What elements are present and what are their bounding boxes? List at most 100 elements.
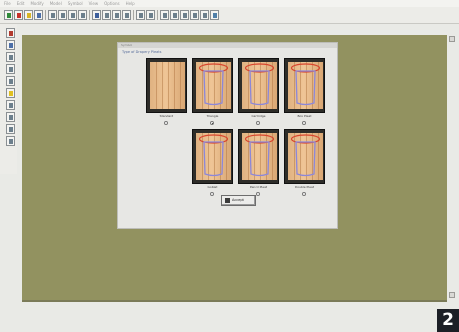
grid-icon[interactable] [112, 10, 121, 20]
pleat-type-dialog: Symbol Type of Drapery Pleats Standard Tr… [117, 42, 338, 229]
pleat-option-tile[interactable]: Goblet [192, 129, 233, 196]
curve-icon[interactable] [146, 10, 155, 20]
pleat-body-outline [203, 70, 224, 106]
accept-button[interactable]: Accept [221, 195, 256, 206]
menu-item-symbol[interactable]: Symbol [68, 0, 83, 7]
pleat-outline-icon [198, 63, 229, 106]
notch-tool-icon[interactable] [6, 124, 15, 134]
pleat-preview-frame [284, 129, 325, 184]
pleat-option-tile[interactable]: Standard [146, 58, 187, 125]
seam-tool-icon[interactable] [6, 100, 15, 110]
pleat-outline-icon [244, 134, 275, 177]
fabric-fold [180, 62, 181, 109]
menu-item-view[interactable]: View [89, 0, 99, 7]
layer-icon[interactable] [180, 10, 189, 20]
pleat-preview-frame [238, 58, 279, 113]
select-tool-icon[interactable] [6, 28, 15, 38]
help-icon[interactable] [210, 10, 219, 20]
pleat-option-radio[interactable] [164, 121, 168, 125]
pleat-option-tile[interactable]: Box Pleat [284, 58, 325, 125]
pleat-outline-icon [290, 63, 321, 106]
pleat-preview-frame [192, 58, 233, 113]
menu-item-options[interactable]: Options [104, 0, 119, 7]
pleat-outline-icon [198, 134, 229, 177]
toolbar-separator [157, 10, 158, 20]
save-icon[interactable] [34, 10, 43, 20]
fabric-fold [174, 62, 175, 109]
pleat-preview-frame [146, 58, 187, 113]
shape-icon[interactable] [170, 10, 179, 20]
measure-icon[interactable] [102, 10, 111, 20]
point-tool-icon[interactable] [6, 88, 15, 98]
pleat-option-caption: Cartridge [251, 114, 266, 118]
toolbar [0, 7, 459, 24]
accept-button-label: Accept [232, 198, 244, 202]
menu-item-modify[interactable]: Modify [30, 0, 43, 7]
pleat-option-caption: Standard [159, 114, 174, 118]
pleat-option-caption: Double Pleat [294, 185, 315, 189]
redo-icon[interactable] [68, 10, 77, 20]
pleat-option-tile[interactable]: Double Pleat [284, 129, 325, 196]
pleat-outline-icon [244, 63, 275, 106]
undo-icon[interactable] [58, 10, 67, 20]
pleat-preview-frame [238, 129, 279, 184]
pleat-option-radio[interactable] [302, 192, 306, 196]
pleat-option-radio[interactable] [256, 121, 260, 125]
page-number-badge: 2 [437, 309, 459, 332]
menu-item-model[interactable]: Model [50, 0, 62, 7]
menu-bar: File Edit Modify Model Symbol View Optio… [0, 0, 459, 7]
pleat-body-outline [295, 141, 316, 177]
pleat-body-outline [203, 141, 224, 177]
cut-tool-icon[interactable] [6, 76, 15, 86]
fabric-fold [168, 62, 169, 109]
mirror-icon[interactable] [190, 10, 199, 20]
pleat-preview-frame [192, 129, 233, 184]
line-icon[interactable] [160, 10, 169, 20]
zoom-icon[interactable] [122, 10, 131, 20]
new-icon[interactable] [4, 10, 13, 20]
fabric-fold [162, 62, 163, 109]
scroll-up-arrow[interactable] [449, 36, 455, 42]
pleat-body-outline [249, 70, 270, 106]
paint-icon[interactable] [14, 10, 23, 20]
pointer-icon[interactable] [92, 10, 101, 20]
menu-item-edit[interactable]: Edit [17, 0, 25, 7]
menu-item-file[interactable]: File [4, 0, 11, 7]
pleat-option-radio[interactable] [256, 192, 260, 196]
measure-tool-icon[interactable] [6, 112, 15, 122]
fabric-fold [156, 62, 157, 109]
cut-icon[interactable] [48, 10, 57, 20]
text-tool-icon[interactable] [6, 136, 15, 146]
toolbar-separator [133, 10, 134, 20]
pleat-outline-icon [290, 134, 321, 177]
rotate-icon[interactable] [200, 10, 209, 20]
move-tool-icon[interactable] [6, 40, 15, 50]
toolbar-separator [89, 10, 90, 20]
menu-item-help[interactable]: Help [126, 0, 135, 7]
dialog-title-bar[interactable]: Symbol [118, 43, 337, 48]
print-icon[interactable] [136, 10, 145, 20]
pleat-option-caption: Pencil Pleat [249, 185, 268, 189]
pleat-option-tile[interactable]: Cartridge [238, 58, 279, 125]
pleat-body-outline [249, 141, 270, 177]
pleat-option-caption: Triangle [206, 114, 219, 118]
tool-palette [0, 24, 17, 174]
pleat-option-tile[interactable]: Triangle [192, 58, 233, 125]
pleat-option-caption: Box Pleat [297, 114, 312, 118]
dialog-heading: Type of Drapery Pleats [122, 50, 162, 54]
pleat-option-radio[interactable] [302, 121, 306, 125]
pleat-option-radio[interactable] [210, 121, 214, 125]
pleat-preview-frame [284, 58, 325, 113]
pleat-body-outline [295, 70, 316, 106]
scroll-down-arrow[interactable] [449, 292, 455, 298]
curve-tool-icon[interactable] [6, 64, 15, 74]
draw-tool-icon[interactable] [6, 52, 15, 62]
dialog-title: Symbol [121, 43, 133, 47]
text-icon[interactable] [78, 10, 87, 20]
pleat-option-radio[interactable] [210, 192, 214, 196]
toolbar-separator [45, 10, 46, 20]
app-window: File Edit Modify Model Symbol View Optio… [0, 0, 459, 332]
workspace-bottom-edge [22, 300, 447, 302]
open-icon[interactable] [24, 10, 33, 20]
pleat-option-tile[interactable]: Pencil Pleat [238, 129, 279, 196]
